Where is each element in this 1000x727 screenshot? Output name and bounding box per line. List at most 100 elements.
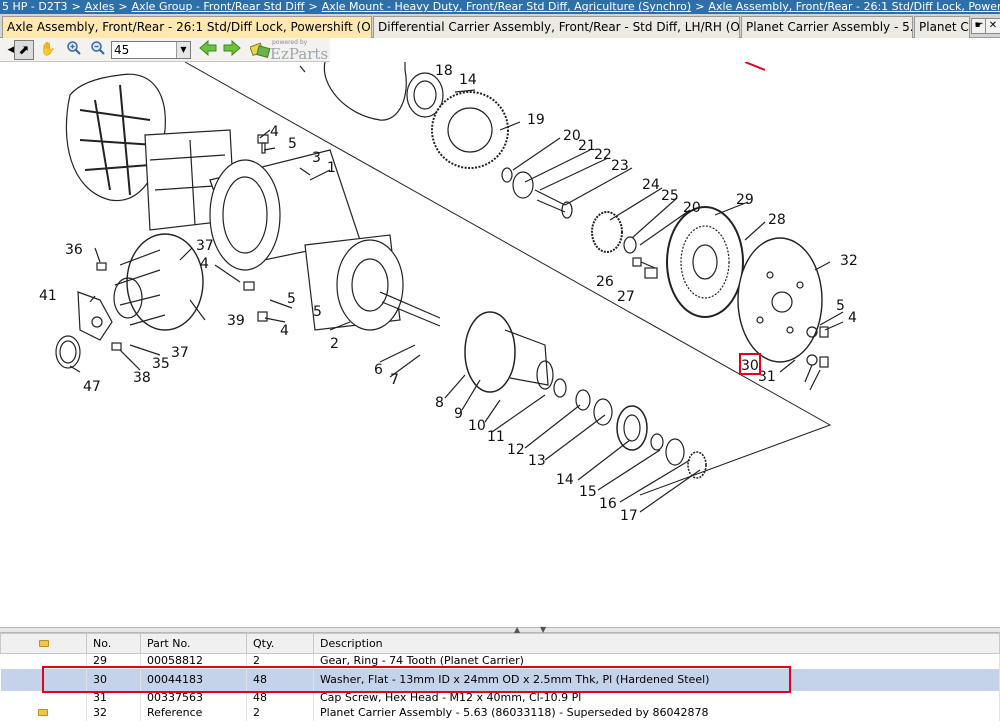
exploded-parts-diagram[interactable]: 1 2 3 4 4 4 4 5 5 5 5 6 7 8 9 10 11 12 1… <box>0 62 1000 627</box>
callout-27[interactable]: 27 <box>617 289 635 305</box>
row-part-no: Reference <box>140 705 247 721</box>
back-arrow-icon[interactable] <box>198 39 218 60</box>
row-folder-cell[interactable] <box>0 705 87 721</box>
callout-1[interactable]: 1 <box>327 160 336 176</box>
callout-10[interactable]: 10 <box>468 418 486 434</box>
callout-20b[interactable]: 20 <box>683 200 701 216</box>
callout-29[interactable]: 29 <box>736 192 754 208</box>
callout-2[interactable]: 2 <box>330 336 339 352</box>
row-no: 32 <box>86 705 141 721</box>
table-row[interactable]: 32 Reference 2 Planet Carrier Assembly -… <box>0 705 1000 721</box>
callout-5b[interactable]: 5 <box>287 291 296 307</box>
callout-16[interactable]: 16 <box>599 496 617 512</box>
header-folder-col[interactable] <box>0 633 87 654</box>
callout-22[interactable]: 22 <box>594 147 612 163</box>
callout-14b[interactable]: 14 <box>556 472 574 488</box>
callout-17[interactable]: 17 <box>620 508 638 524</box>
row-qty: 2 <box>246 653 314 669</box>
row-folder-cell <box>0 668 87 691</box>
callout-25[interactable]: 25 <box>661 188 679 204</box>
row-part-no: 00337563 <box>140 690 247 706</box>
parts-table: No. Part No. Qty. Description 29 0005881… <box>0 633 1000 721</box>
table-row[interactable]: 31 00337563 48 Cap Screw, Hex Head - M12… <box>0 690 1000 706</box>
row-description: Planet Carrier Assembly - 5.63 (86033118… <box>313 705 1000 721</box>
callout-23[interactable]: 23 <box>611 158 629 174</box>
callout-18[interactable]: 18 <box>435 63 453 79</box>
row-part-no: 00058812 <box>140 653 247 669</box>
callout-30[interactable]: 30 <box>741 358 759 374</box>
callout-28[interactable]: 28 <box>768 212 786 228</box>
header-part-no[interactable]: Part No. <box>140 633 247 654</box>
header-qty[interactable]: Qty. <box>246 633 314 654</box>
callout-5d[interactable]: 5 <box>836 298 845 314</box>
select-arrow-icon[interactable]: ⬈ <box>14 40 34 60</box>
row-qty: 48 <box>246 668 314 691</box>
callout-5c[interactable]: 5 <box>313 304 322 320</box>
row-no: 31 <box>86 690 141 706</box>
callout-4a[interactable]: 4 <box>270 124 279 140</box>
callout-47[interactable]: 47 <box>83 379 101 395</box>
callout-19[interactable]: 19 <box>527 112 545 128</box>
callout-41[interactable]: 41 <box>39 288 57 304</box>
callout-35[interactable]: 35 <box>152 356 170 372</box>
table-row-selected[interactable]: 30 00044183 48 Washer, Flat - 13mm ID x … <box>0 668 1000 691</box>
callout-8[interactable]: 8 <box>435 395 444 411</box>
highlight-marker <box>744 62 766 71</box>
header-no[interactable]: No. <box>86 633 141 654</box>
close-icon[interactable]: ✕ <box>985 18 1000 34</box>
header-description[interactable]: Description <box>313 633 1000 654</box>
zoom-in-icon[interactable] <box>64 40 84 60</box>
logo-text: EzParts <box>270 45 329 63</box>
row-folder-cell <box>0 653 87 669</box>
callout-37b[interactable]: 37 <box>171 345 189 361</box>
breadcrumb-link-axles[interactable]: Axles <box>85 0 115 13</box>
chevron-down-icon[interactable]: ▼ <box>176 42 190 58</box>
row-description: Gear, Ring - 74 Tooth (Planet Carrier) <box>313 653 1000 669</box>
breadcrumb-link-axle-group[interactable]: Axle Group - Front/Rear Std Diff <box>132 0 305 13</box>
callout-39[interactable]: 39 <box>227 313 245 329</box>
callout-4b[interactable]: 4 <box>200 256 209 272</box>
row-no: 29 <box>86 653 141 669</box>
breadcrumb-item-1: 5 HP - D2T3 <box>2 0 68 13</box>
ezparts-logo: powered by EzParts <box>249 39 328 63</box>
callout-5a[interactable]: 5 <box>288 136 297 152</box>
callout-4c[interactable]: 4 <box>280 323 289 339</box>
zoom-level-select[interactable]: ▼ <box>111 41 191 59</box>
breadcrumb-link-axle-assembly[interactable]: Axle Assembly, Front/Rear - 26:1 Std/Dif… <box>708 0 1000 13</box>
callout-37a[interactable]: 37 <box>196 238 214 254</box>
table-header-row: No. Part No. Qty. Description <box>0 633 1000 654</box>
forward-arrow-icon[interactable] <box>222 39 242 60</box>
tab-differential-carrier[interactable]: Differential Carrier Assembly, Front/Rea… <box>373 16 740 38</box>
callout-12[interactable]: 12 <box>507 442 525 458</box>
callout-11[interactable]: 11 <box>487 429 505 445</box>
table-row[interactable]: 29 00058812 2 Gear, Ring - 74 Tooth (Pla… <box>0 653 1000 669</box>
folder-icon[interactable] <box>38 709 49 716</box>
tab-planet-carrier[interactable]: Planet Carrier Assembly - 5.63 <box>741 16 913 38</box>
zoom-level-input[interactable] <box>112 42 176 58</box>
callout-7[interactable]: 7 <box>390 372 399 388</box>
callout-26[interactable]: 26 <box>596 274 614 290</box>
row-part-no: 00044183 <box>140 668 247 691</box>
breadcrumb: 5 HP - D2T3 > Axles > Axle Group - Front/Rea… <box>0 0 1000 14</box>
row-description: Cap Screw, Hex Head - M12 x 40mm, Cl-10.… <box>313 690 1000 706</box>
folder-icon <box>38 640 49 647</box>
callout-14a[interactable]: 14 <box>459 72 477 88</box>
callout-4d[interactable]: 4 <box>848 310 857 326</box>
viewer-toolbar: ◀ ⬈ ✋ ▼ powered by EzParts <box>0 38 330 63</box>
callout-15[interactable]: 15 <box>579 484 597 500</box>
pan-hand-icon[interactable]: ✋ <box>38 40 58 60</box>
tab-planet-carrier-2[interactable]: Planet Ca <box>914 16 970 38</box>
callout-9[interactable]: 9 <box>454 406 463 422</box>
callout-6[interactable]: 6 <box>374 362 383 378</box>
callout-38[interactable]: 38 <box>133 370 151 386</box>
callout-32[interactable]: 32 <box>840 253 858 269</box>
tab-axle-assembly[interactable]: Axle Assembly, Front/Rear - 26:1 Std/Dif… <box>2 16 372 38</box>
tab-bar: Axle Assembly, Front/Rear - 26:1 Std/Dif… <box>0 14 1000 38</box>
row-folder-cell <box>0 690 87 706</box>
callout-3[interactable]: 3 <box>312 150 321 166</box>
callout-13[interactable]: 13 <box>528 453 546 469</box>
callout-24[interactable]: 24 <box>642 177 660 193</box>
zoom-out-icon[interactable] <box>88 40 108 60</box>
callout-36[interactable]: 36 <box>65 242 83 258</box>
breadcrumb-link-axle-mount[interactable]: Axle Mount - Heavy Duty, Front/Rear Std … <box>322 0 692 13</box>
